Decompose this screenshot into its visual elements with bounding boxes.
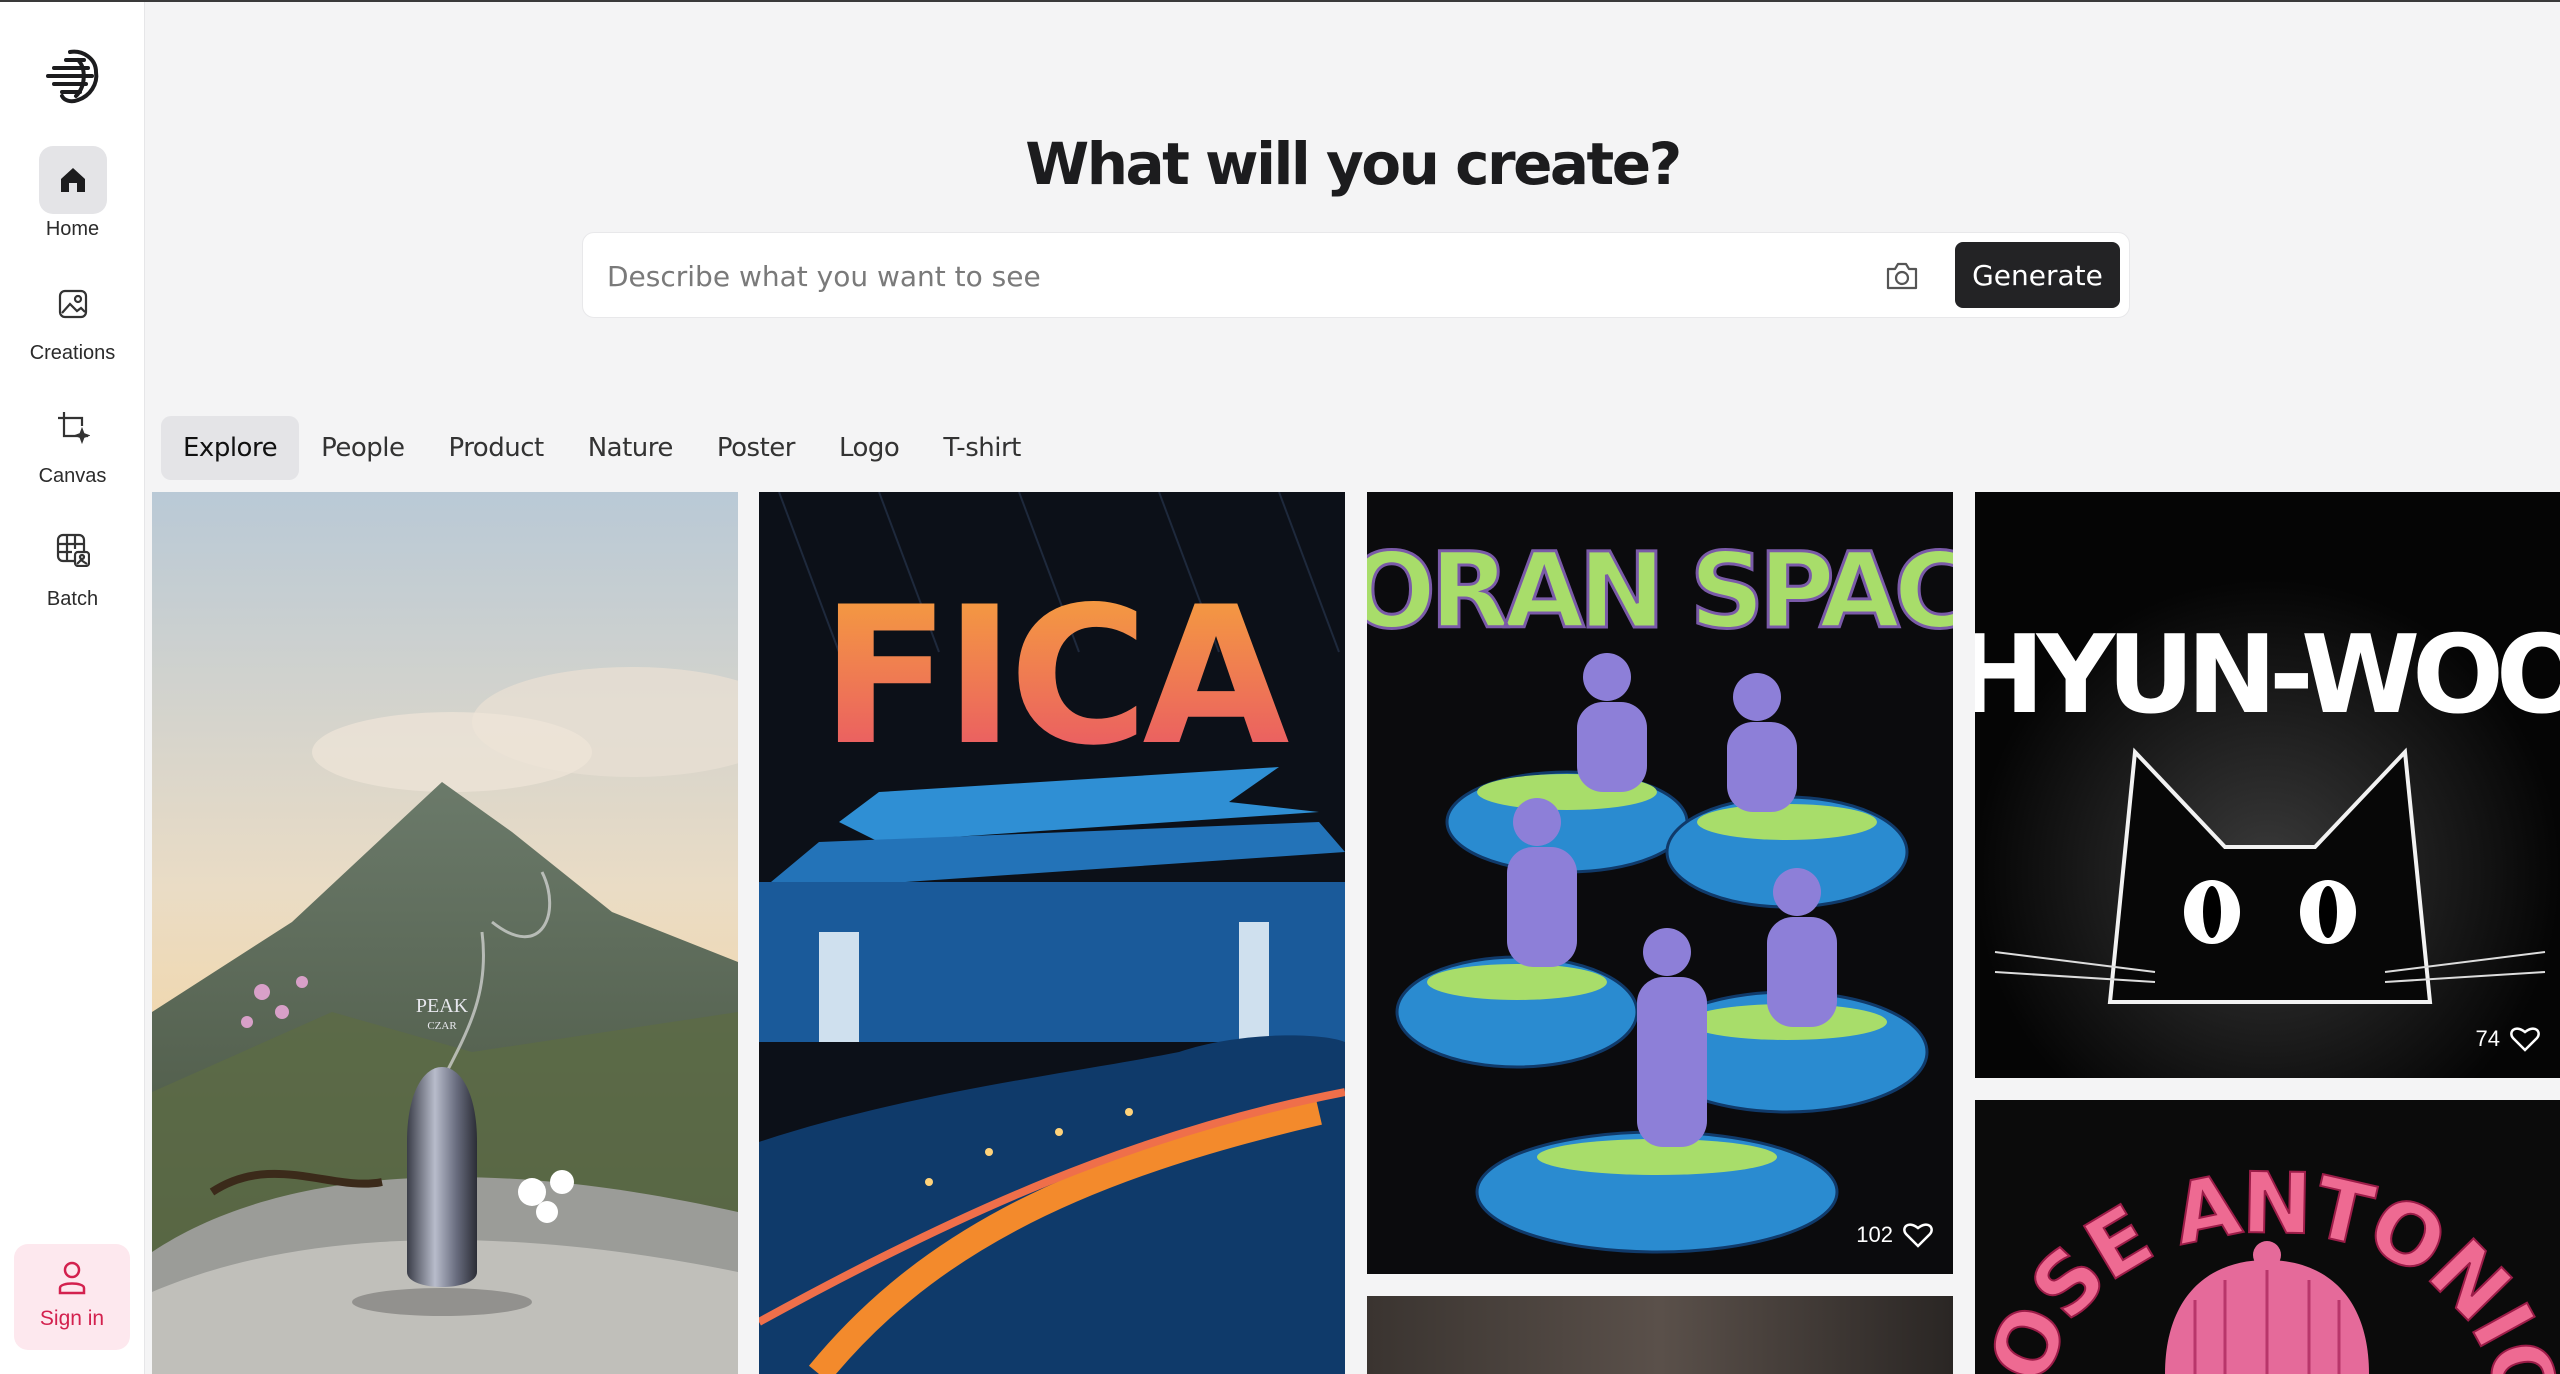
- sign-in-label: Sign in: [39, 1307, 105, 1330]
- gallery-card-loran-space[interactable]: LORAN SPACE 102: [1367, 492, 1953, 1274]
- sidebar-item-label: Creations: [29, 342, 116, 364]
- tab-logo[interactable]: Logo: [817, 416, 921, 480]
- search-bar: Generate: [582, 232, 2130, 318]
- partial-image: [1367, 1296, 1953, 1374]
- like-counter[interactable]: 102: [1856, 1222, 1933, 1248]
- hyun-woo-title: HYUN-WOO: [1975, 613, 2560, 738]
- bottle-sublabel: CZAR: [427, 1020, 457, 1032]
- sidebar-item-home[interactable]: Home: [0, 146, 145, 241]
- heart-icon: [2510, 1027, 2540, 1052]
- prompt-input[interactable]: [607, 253, 1707, 299]
- sidebar-item-label: Home: [45, 218, 100, 240]
- page-title: What will you create?: [1025, 130, 1682, 198]
- top-border: [0, 0, 2560, 2]
- sidebar-item-label: Batch: [46, 588, 99, 610]
- batch-icon: [39, 516, 107, 584]
- gallery-card-fica[interactable]: FICA: [759, 492, 1345, 1374]
- perfume-image: PEAK CZAR: [152, 492, 738, 1374]
- sidebar-item-creations[interactable]: Creations: [0, 270, 145, 365]
- bottle-label: PEAK: [416, 995, 469, 1017]
- gallery-card-hyun-woo[interactable]: HYUN-WOO 74: [1975, 492, 2560, 1078]
- gallery-card-jose-antonio[interactable]: JOSE ANTONIO: [1975, 1100, 2560, 1374]
- hyun-woo-image: HYUN-WOO: [1975, 492, 2560, 1078]
- category-tabs: Explore People Product Nature Poster Log…: [161, 416, 1043, 482]
- generate-button[interactable]: Generate: [1955, 242, 2120, 308]
- tab-tshirt[interactable]: T-shirt: [921, 416, 1043, 480]
- brand-logo-icon[interactable]: [40, 46, 104, 106]
- sidebar: Home Creations Canvas Batch Sign in: [0, 2, 145, 1374]
- tab-explore[interactable]: Explore: [161, 416, 300, 480]
- image-icon: [39, 270, 107, 338]
- like-count: 102: [1856, 1222, 1893, 1247]
- camera-icon[interactable]: [1883, 257, 1921, 295]
- sign-in-button[interactable]: Sign in: [14, 1244, 130, 1350]
- heart-icon: [1903, 1223, 1933, 1248]
- tab-people[interactable]: People: [299, 416, 426, 480]
- sidebar-item-batch[interactable]: Batch: [0, 516, 145, 611]
- loran-space-image: LORAN SPACE: [1367, 492, 1953, 1274]
- user-icon: [58, 1261, 86, 1295]
- gallery-card-partial[interactable]: [1367, 1296, 1953, 1374]
- tab-nature[interactable]: Nature: [566, 416, 695, 480]
- gallery-card-perfume[interactable]: PEAK CZAR: [152, 492, 738, 1374]
- sidebar-item-label: Canvas: [38, 465, 107, 487]
- like-count: 74: [2475, 1026, 2500, 1051]
- sidebar-item-canvas[interactable]: Canvas: [0, 393, 145, 488]
- fica-title: FICA: [821, 566, 1290, 787]
- home-icon: [38, 146, 107, 214]
- tab-poster[interactable]: Poster: [695, 416, 817, 480]
- loran-space-title: LORAN SPACE: [1367, 530, 1953, 652]
- tab-product[interactable]: Product: [426, 416, 565, 480]
- canvas-icon: [39, 393, 107, 461]
- like-counter[interactable]: 74: [2476, 1026, 2540, 1052]
- fica-poster-image: FICA: [759, 492, 1345, 1374]
- jose-antonio-image: JOSE ANTONIO: [1975, 1100, 2560, 1374]
